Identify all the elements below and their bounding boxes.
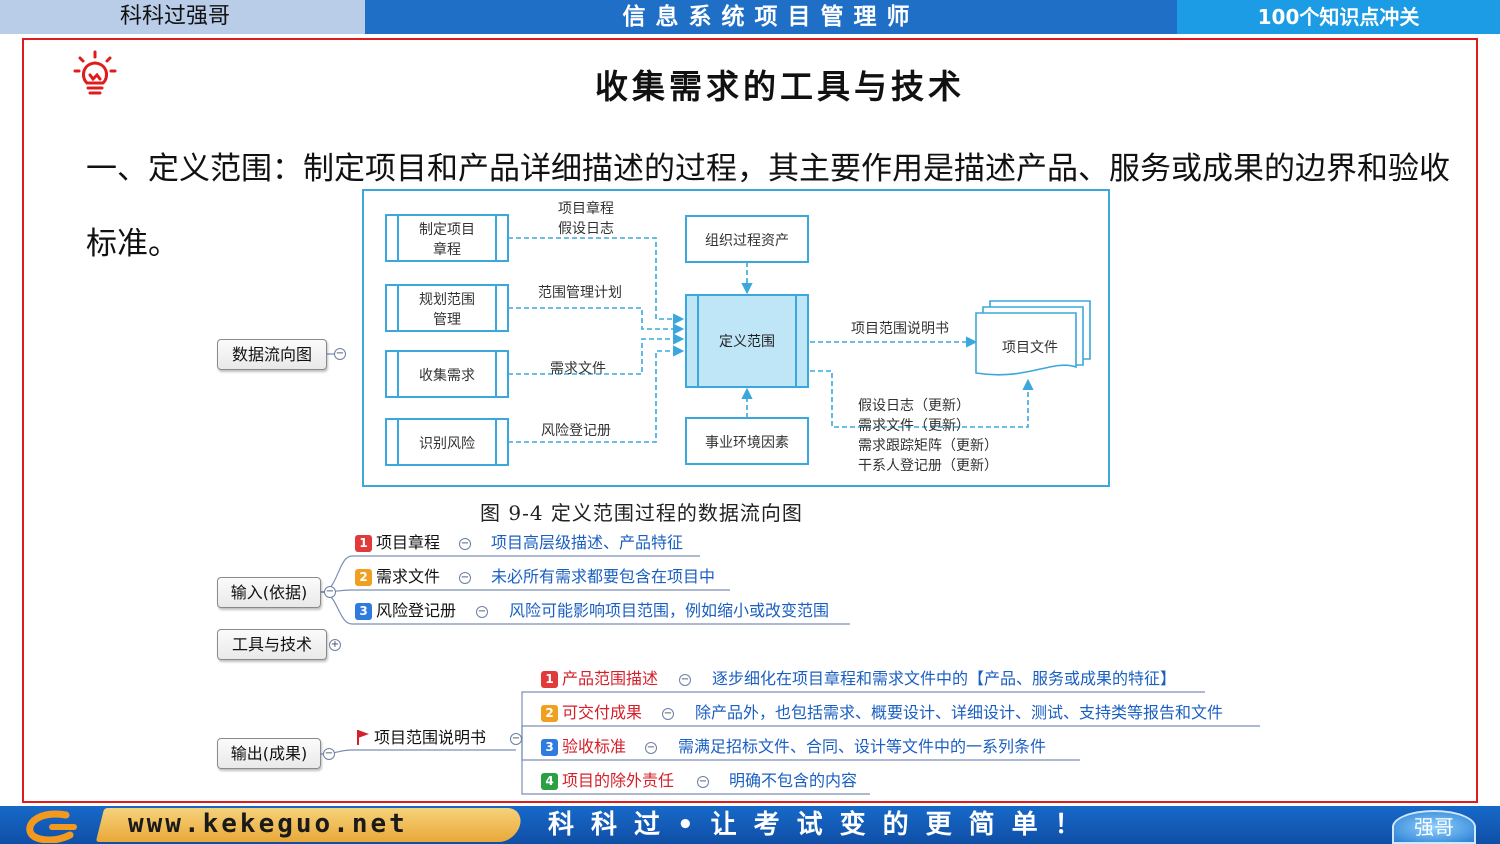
flow-label-scope-plan: 范围管理计划	[538, 284, 622, 301]
kekeguo-logo-icon	[26, 810, 77, 843]
collapse-icon[interactable]: −	[324, 586, 336, 598]
output-item-1[interactable]: 1 产品范围描述	[541, 668, 658, 690]
output-item-4-desc: 明确不包含的内容	[729, 771, 858, 790]
flow-label-requirements: 需求文件	[550, 361, 606, 377]
output-item-3-desc: 需满足招标文件、合同、设计等文件中的一系列条件	[678, 737, 1047, 756]
website-url[interactable]: www.kekeguo.net	[128, 808, 408, 840]
lightbulb-icon	[73, 50, 117, 95]
mindmap-node-dataflow[interactable]: 数据流向图	[217, 339, 327, 370]
collapse-icon[interactable]: −	[459, 538, 471, 550]
output-item-3[interactable]: 3 验收标准	[541, 736, 626, 758]
input-item-label: 需求文件	[376, 567, 441, 586]
flow-label-charter: 项目章程	[558, 200, 614, 217]
collapse-icon[interactable]: −	[510, 733, 522, 745]
collapse-icon[interactable]: −	[697, 776, 709, 788]
priority-2-icon: 2	[355, 569, 372, 586]
collapse-icon[interactable]: −	[679, 674, 691, 686]
input-box-2-line2: 管理	[433, 312, 461, 328]
output-item-4[interactable]: 4 项目的除外责任	[541, 770, 674, 792]
output-item-label: 验收标准	[562, 737, 627, 756]
output-item-label: 项目的除外责任	[562, 771, 675, 790]
flow-label-risk-register: 风险登记册	[541, 423, 611, 439]
input-item-3[interactable]: 3 风险登记册	[355, 600, 456, 622]
flow-label-scope-statement: 项目范围说明书	[851, 320, 949, 337]
org-assets-box: 组织过程资产	[705, 233, 789, 249]
series-label: 100个知识点冲关	[1177, 0, 1500, 34]
collapse-icon[interactable]: −	[334, 348, 346, 360]
input-item-2-desc: 未必所有需求都要包含在项目中	[491, 567, 716, 586]
update-item-4: 干系人登记册（更新）	[858, 458, 998, 474]
mindmap-node-inputs[interactable]: 输入(依据)	[217, 577, 321, 608]
output-item-label: 可交付成果	[562, 703, 643, 722]
top-bar: 科科过强哥 信息系统项目管理师 100个知识点冲关	[0, 0, 1500, 34]
input-item-3-desc: 风险可能影响项目范围，例如缩小或改变范围	[509, 601, 830, 620]
input-box-3: 收集需求	[419, 367, 475, 384]
output-main-label: 项目范围说明书	[374, 728, 487, 747]
collapse-icon[interactable]: −	[476, 606, 488, 618]
eef-box: 事业环境因素	[705, 435, 789, 451]
flow-label-assumptions: 假设日志	[558, 221, 614, 237]
project-documents-box: 项目文件	[1002, 340, 1058, 356]
priority-2-icon: 2	[541, 705, 558, 722]
priority-4-icon: 4	[541, 773, 558, 790]
output-item-2-desc: 除产品外，也包括需求、概要设计、详细设计、测试、支持类等报告和文件	[695, 703, 1224, 722]
priority-1-icon: 1	[541, 671, 558, 688]
collapse-icon[interactable]: −	[459, 572, 471, 584]
priority-3-icon: 3	[355, 603, 372, 620]
input-box-1-line2: 章程	[433, 241, 461, 258]
priority-1-icon: 1	[355, 535, 372, 552]
input-item-label: 风险登记册	[376, 601, 457, 620]
slogan: 科科过•让考试变的更简单！	[548, 810, 1098, 840]
input-box-1-line1: 制定项目	[419, 222, 475, 238]
flag-icon	[357, 730, 369, 745]
update-item-2: 需求文件（更新）	[858, 418, 970, 434]
input-box-4: 识别风险	[419, 436, 475, 452]
collapse-icon[interactable]: −	[323, 748, 335, 760]
input-item-label: 项目章程	[376, 533, 441, 552]
input-item-1-desc: 项目高层级描述、产品特征	[491, 533, 684, 552]
output-item-1-desc: 逐步细化在项目章程和需求文件中的【产品、服务或成果的特征】	[712, 669, 1177, 688]
input-box-2-line1: 规划范围	[419, 291, 475, 308]
avatar: 强哥	[1392, 810, 1476, 844]
mindmap-node-outputs[interactable]: 输出(成果)	[217, 738, 321, 769]
input-item-2[interactable]: 2 需求文件	[355, 566, 440, 588]
output-main-item[interactable]: 项目范围说明书	[356, 727, 486, 749]
page-title: 收集需求的工具与技术	[595, 67, 965, 106]
define-scope-box: 定义范围	[719, 333, 775, 350]
update-item-3: 需求跟踪矩阵（更新）	[858, 438, 998, 454]
data-flow-diagram: 制定项目 章程 规划范围 管理 收集需求 识别风险 项目章程 假设日志 范围管理…	[362, 189, 1110, 487]
input-item-1[interactable]: 1 项目章程	[355, 532, 440, 554]
update-item-1: 假设日志（更新）	[858, 398, 970, 414]
output-item-label: 产品范围描述	[562, 669, 659, 688]
channel-label: 科科过强哥	[0, 0, 365, 34]
output-item-2[interactable]: 2 可交付成果	[541, 702, 642, 724]
priority-3-icon: 3	[541, 739, 558, 756]
mindmap-node-tools[interactable]: 工具与技术	[217, 629, 327, 660]
diagram-caption: 图 9-4 定义范围过程的数据流向图	[480, 501, 803, 525]
course-title: 信息系统项目管理师	[365, 0, 1177, 34]
expand-icon[interactable]: +	[329, 639, 341, 651]
collapse-icon[interactable]: −	[645, 742, 657, 754]
collapse-icon[interactable]: −	[662, 708, 674, 720]
